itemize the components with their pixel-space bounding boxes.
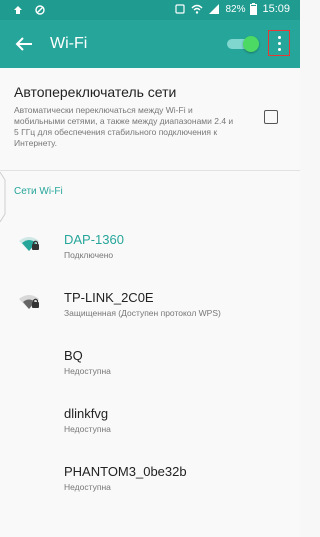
network-name: TP-LINK_2C0E bbox=[64, 290, 154, 305]
clock: 15:09 bbox=[262, 3, 290, 15]
auto-switch-setting[interactable]: Автопереключатель сети Автоматически пер… bbox=[0, 68, 300, 170]
network-item[interactable]: DAP-1360 Подключено bbox=[0, 224, 300, 278]
wifi-toggle[interactable] bbox=[225, 36, 261, 52]
auto-switch-checkbox[interactable] bbox=[264, 110, 278, 124]
network-item[interactable]: TP-LINK_2C0E Защищенная (Доступен проток… bbox=[0, 282, 300, 336]
network-status: Недоступна bbox=[64, 482, 111, 492]
network-item[interactable]: dlinkfvg Недоступна bbox=[0, 398, 300, 452]
network-status: Подключено bbox=[64, 250, 114, 260]
network-name: DAP-1360 bbox=[64, 232, 124, 247]
network-item[interactable]: PHANTOM3_0be32b Недоступна bbox=[0, 456, 300, 510]
back-arrow-icon[interactable] bbox=[10, 30, 38, 58]
status-bar: 82% 15:09 bbox=[0, 0, 300, 20]
auto-switch-description: Автоматически переключаться между Wi-Fi … bbox=[14, 105, 234, 148]
wifi-locked-icon bbox=[19, 237, 39, 251]
battery-percent: 82% bbox=[225, 3, 246, 15]
network-name: PHANTOM3_0be32b bbox=[64, 464, 187, 479]
network-status: Недоступна bbox=[64, 366, 111, 376]
signal-icon bbox=[209, 4, 220, 14]
battery-icon bbox=[250, 3, 258, 15]
divider bbox=[0, 170, 300, 171]
menu-dot bbox=[278, 42, 281, 45]
wifi-status-icon bbox=[191, 4, 203, 14]
menu-dot bbox=[278, 36, 281, 39]
wifi-settings-content: Автопереключатель сети Автоматически пер… bbox=[0, 68, 300, 537]
network-name: dlinkfvg bbox=[64, 406, 109, 421]
auto-switch-title: Автопереключатель сети bbox=[14, 84, 177, 100]
more-options-button[interactable] bbox=[268, 30, 290, 56]
edge-handle[interactable] bbox=[0, 172, 6, 222]
wifi-networks-header: Сети Wi-Fi bbox=[14, 186, 63, 197]
network-status: Недоступна bbox=[64, 424, 111, 434]
network-status: Защищенная (Доступен протокол WPS) bbox=[64, 308, 221, 318]
toggle-thumb bbox=[243, 36, 259, 52]
wifi-locked-icon bbox=[19, 295, 39, 309]
network-name: BQ bbox=[64, 348, 83, 363]
network-item[interactable]: BQ Недоступна bbox=[0, 340, 300, 394]
page-title: Wi-Fi bbox=[50, 35, 88, 52]
menu-dot bbox=[278, 48, 281, 51]
notification-usb-icon bbox=[14, 6, 22, 14]
sync-icon bbox=[35, 5, 45, 15]
alarm-icon bbox=[175, 4, 186, 14]
app-bar: Wi-Fi bbox=[0, 20, 300, 68]
